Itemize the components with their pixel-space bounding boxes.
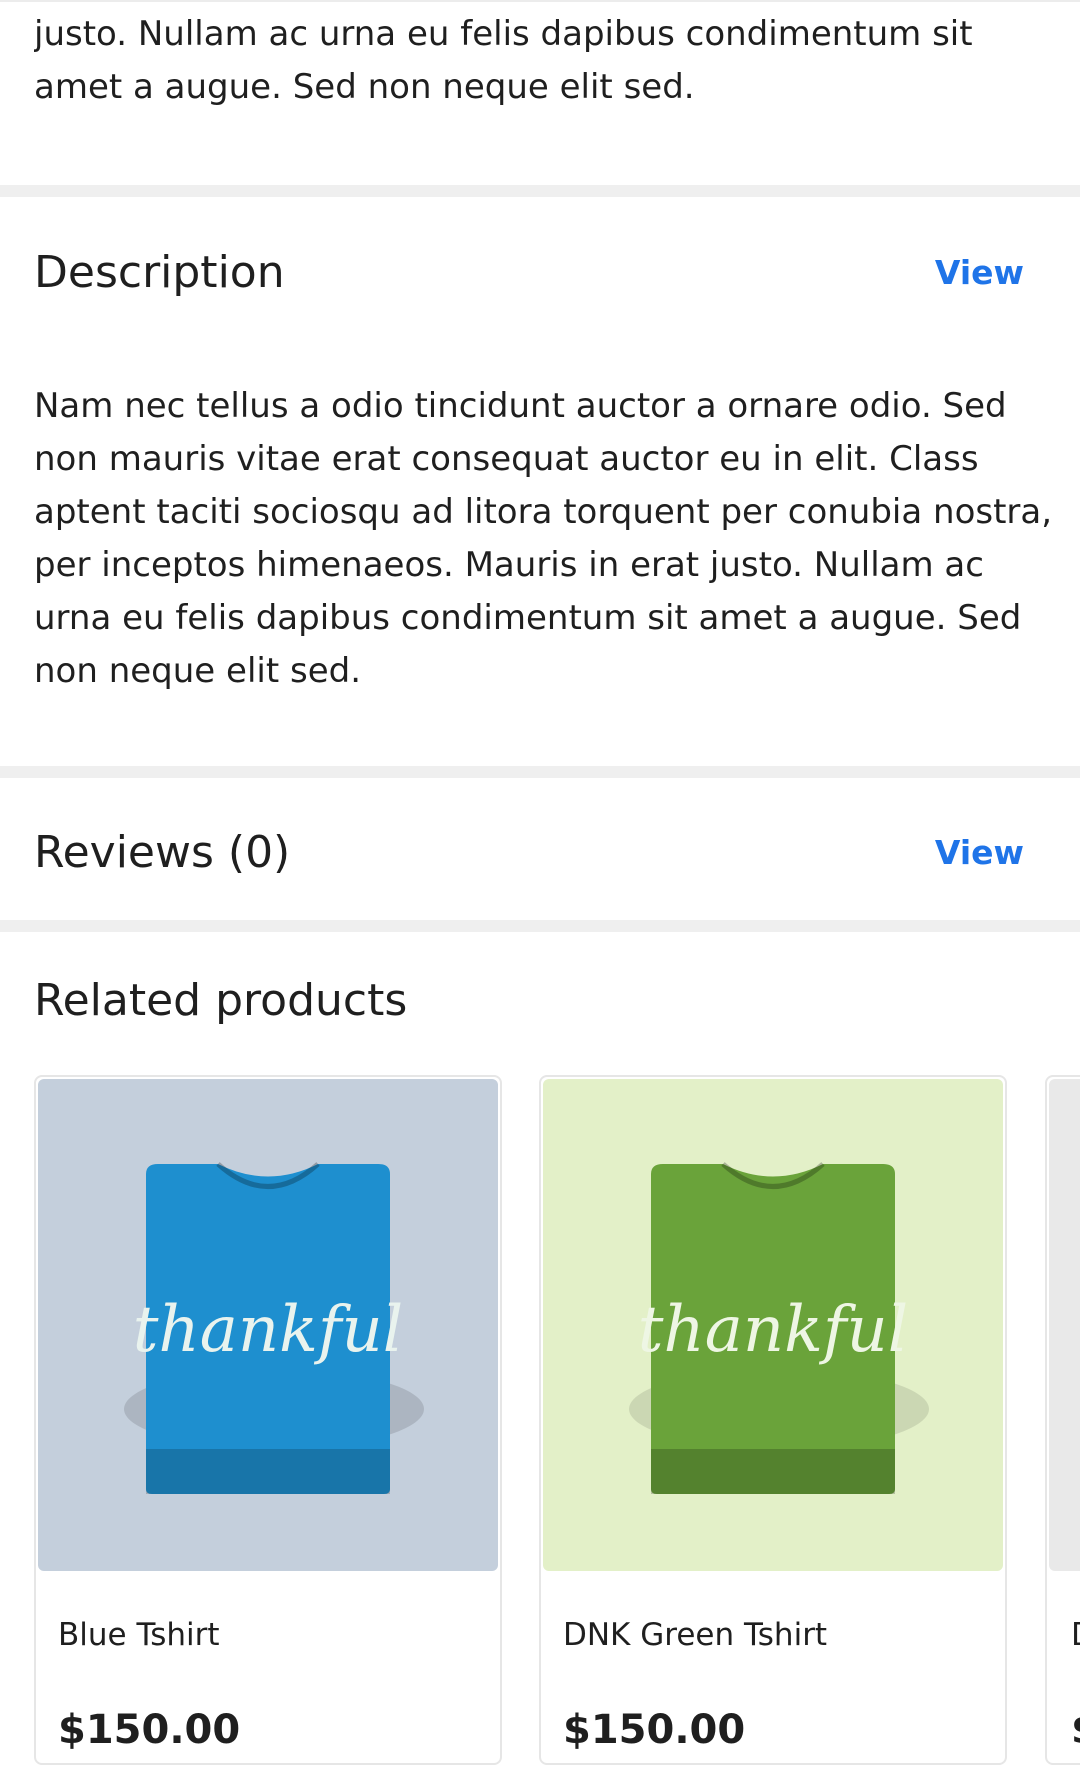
product-image[interactable]: thankful <box>543 1079 1003 1571</box>
product-card[interactable]: thankful DNK Green Tshirt $150.00 <box>539 1075 1007 1765</box>
product-detail-page: justo. Nullam ac urna eu felis dapibus c… <box>0 0 1080 1774</box>
svg-text:thankful: thankful <box>638 1293 908 1367</box>
product-image[interactable] <box>1049 1079 1080 1571</box>
section-divider <box>0 766 1080 778</box>
tshirt-image: thankful <box>38 1079 498 1571</box>
product-price: $150.00 <box>58 1707 241 1753</box>
related-products-title: Related products <box>34 975 408 1026</box>
reviews-header[interactable]: Reviews (0) View <box>34 822 1024 882</box>
short-description: justo. Nullam ac urna eu felis dapibus c… <box>34 0 1054 120</box>
product-name[interactable]: DNK Green Tshirt <box>563 1617 827 1653</box>
product-card[interactable]: thankful Blue Tshirt $150.00 <box>34 1075 502 1765</box>
tshirt-image: thankful <box>543 1079 1003 1571</box>
product-name: D <box>1071 1617 1080 1653</box>
description-title: Description <box>34 246 285 298</box>
reviews-view-link[interactable]: View <box>935 833 1024 872</box>
section-divider <box>0 185 1080 197</box>
svg-text:thankful: thankful <box>133 1293 403 1367</box>
product-name[interactable]: Blue Tshirt <box>58 1617 220 1653</box>
section-divider <box>0 920 1080 932</box>
description-view-link[interactable]: View <box>935 253 1024 292</box>
description-header: Description View <box>34 242 1024 302</box>
product-image[interactable]: thankful <box>38 1079 498 1571</box>
product-price: $ <box>1071 1707 1080 1753</box>
product-card-partial[interactable]: D $ <box>1045 1075 1080 1765</box>
description-body: Nam nec tellus a odio tincidunt auctor a… <box>34 386 1053 691</box>
short-description-text: justo. Nullam ac urna eu felis dapibus c… <box>34 14 973 107</box>
product-price: $150.00 <box>563 1707 746 1753</box>
reviews-title: Reviews (0) <box>34 826 291 878</box>
